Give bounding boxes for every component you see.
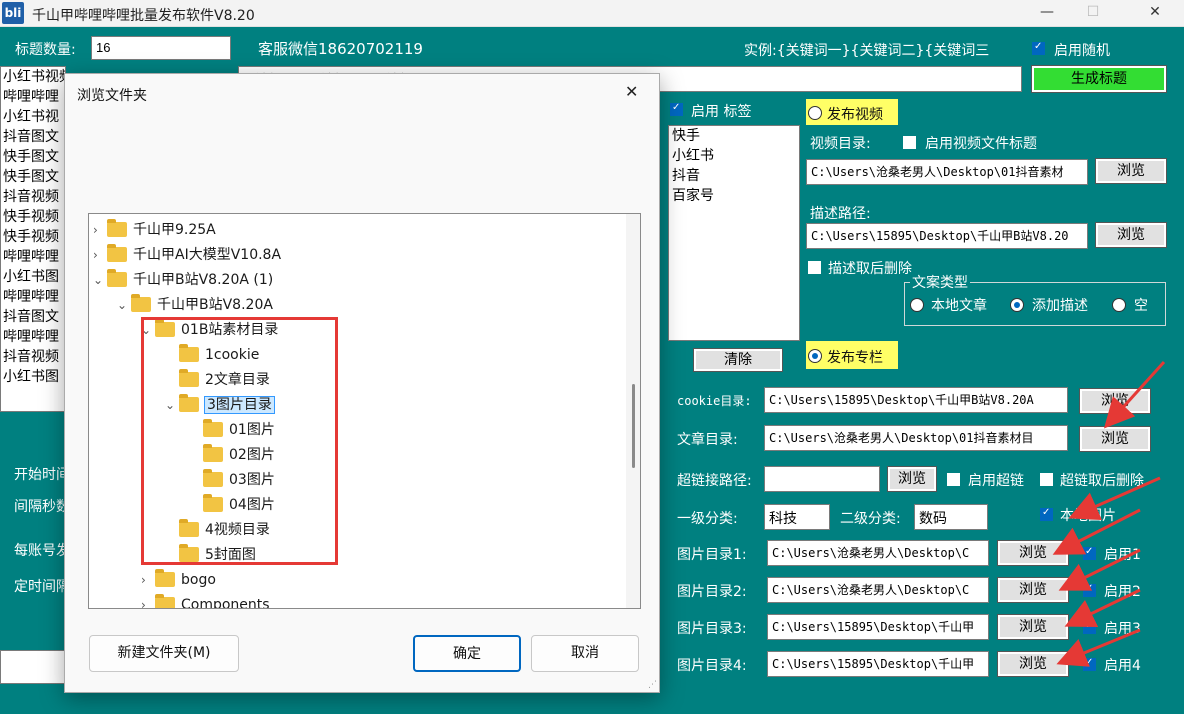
chevron-icon[interactable]: ⌄ [117, 293, 131, 317]
chevron-icon[interactable]: ⌄ [93, 268, 107, 292]
highlight-box [141, 317, 338, 565]
tree-scrollbar-thumb[interactable] [632, 384, 635, 468]
folder-tree-item[interactable]: › bogo [141, 568, 216, 592]
chevron-icon[interactable]: › [93, 218, 107, 242]
folder-tree-item[interactable]: › 千山甲9.25A [93, 218, 216, 242]
folder-label: Components [181, 597, 270, 609]
folder-icon [107, 243, 127, 262]
chevron-icon[interactable]: › [141, 593, 155, 608]
folder-icon [107, 268, 127, 287]
dialog-title: 浏览文件夹 [77, 88, 147, 104]
folder-icon [107, 218, 127, 237]
folder-icon [155, 568, 175, 587]
folder-label: 千山甲9.25A [133, 222, 216, 238]
folder-tree-item[interactable]: › Components [141, 593, 270, 609]
folder-label: 千山甲AI大模型V10.8A [133, 247, 282, 263]
cancel-button[interactable]: 取消 [531, 635, 639, 672]
folder-tree[interactable]: › Components › bogo 5封面图 4视频目录 04图片 03图片 02图片 01图… [88, 213, 641, 609]
resize-grip-icon[interactable]: ⋰ [648, 680, 657, 690]
folder-label: bogo [181, 572, 216, 588]
folder-tree-item[interactable]: › 千山甲AI大模型V10.8A [93, 243, 281, 267]
folder-tree-item[interactable]: ⌄ 千山甲B站V8.20A [117, 293, 273, 317]
browse-folder-dialog: 浏览文件夹 ✕ › Components › bogo 5封面图 4视频目录 04图片 03图… [64, 73, 660, 693]
folder-label: 千山甲B站V8.20A [157, 297, 273, 313]
dialog-close-icon[interactable]: ✕ [625, 82, 638, 101]
chevron-icon[interactable]: › [141, 568, 155, 592]
folder-icon [155, 593, 175, 608]
folder-label: 千山甲B站V8.20A (1) [133, 272, 274, 288]
chevron-icon[interactable]: › [93, 243, 107, 267]
folder-tree-item[interactable]: ⌄ 千山甲B站V8.20A (1) [93, 268, 273, 292]
folder-icon [131, 293, 151, 312]
new-folder-button[interactable]: 新建文件夹(M) [89, 635, 239, 672]
ok-button[interactable]: 确定 [413, 635, 521, 672]
